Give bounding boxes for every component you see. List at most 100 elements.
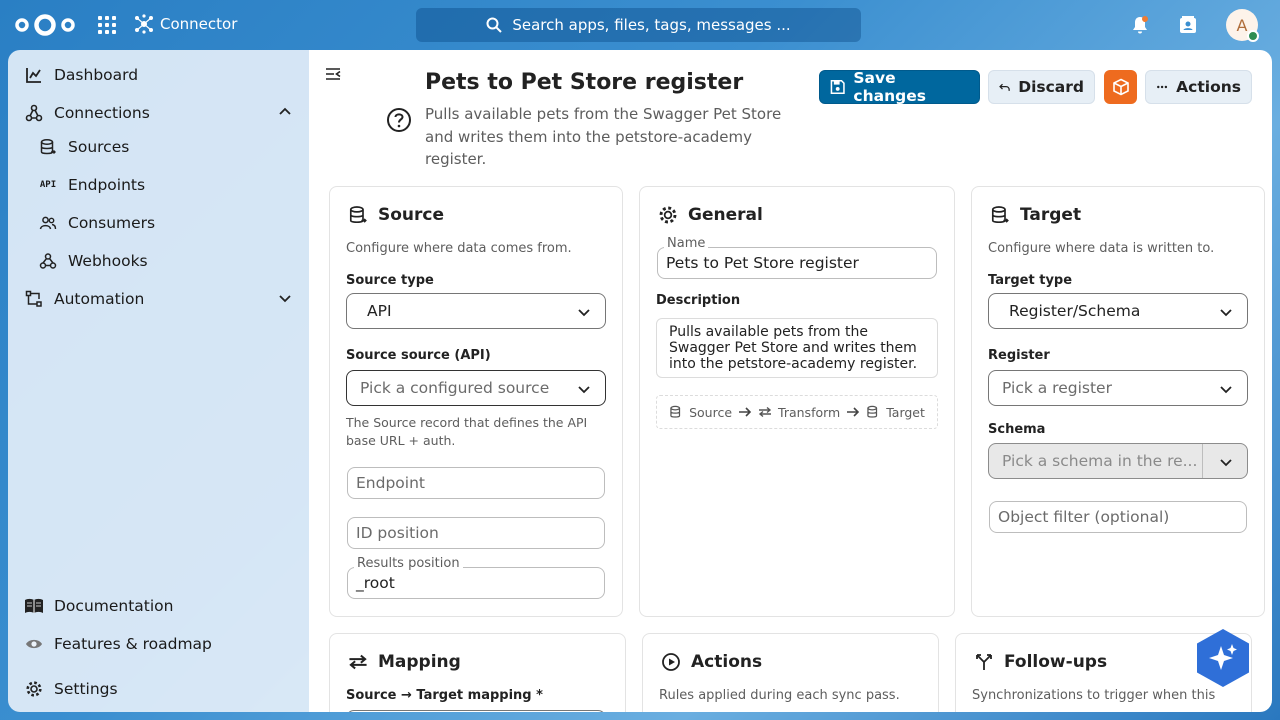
results-position-input[interactable]: Results position _root (347, 556, 605, 599)
source-source-select[interactable]: Pick a configured source (346, 370, 606, 406)
connections-icon (24, 103, 44, 123)
description-textarea[interactable]: Pulls available pets from the Swagger Pe… (656, 318, 938, 378)
id-position-input[interactable]: ID position (347, 517, 605, 549)
name-value: Pets to Pet Store register (666, 254, 859, 272)
actions-card-header: Actions (661, 652, 762, 672)
sidebar-item-consumers[interactable]: Consumers (34, 205, 300, 241)
chevron-down-icon (1220, 459, 1232, 467)
app-navigation: Dashboard Connections Sources API Endpoi… (8, 50, 309, 712)
source-card: Source Configure where data comes from. … (329, 186, 623, 617)
app-menu-icon[interactable] (98, 16, 116, 34)
open-object-button[interactable] (1104, 70, 1137, 104)
name-input[interactable]: Name Pets to Pet Store register (657, 236, 937, 279)
chevron-down-icon (578, 309, 590, 317)
register-label: Register (988, 348, 1050, 363)
help-icon[interactable] (386, 107, 412, 133)
sidebar-item-endpoints[interactable]: API Endpoints (34, 167, 300, 203)
search-placeholder: Search apps, files, tags, messages ... (512, 16, 791, 34)
sidebar-item-dashboard[interactable]: Dashboard (20, 57, 300, 93)
mapping-card: Mapping Source → Target mapping * (329, 633, 626, 712)
schema-placeholder: Pick a schema in the re... (1002, 452, 1198, 470)
mapping-select[interactable] (346, 710, 606, 712)
toggle-navigation-icon[interactable] (325, 66, 341, 82)
mapping-card-header: Mapping (348, 652, 461, 672)
target-type-select[interactable]: Register/Schema (988, 293, 1248, 329)
actions-menu-button[interactable]: Actions (1145, 70, 1252, 104)
arrow-right-icon (847, 407, 860, 417)
register-placeholder: Pick a register (1002, 379, 1112, 397)
search-icon (486, 17, 503, 33)
database-icon (38, 137, 58, 157)
source-card-header: Source (348, 205, 444, 225)
call-split-icon (976, 654, 992, 670)
gear-icon (659, 206, 677, 224)
flow-step-source: Source (689, 404, 733, 420)
actions-card-subtitle: Rules applied during each sync pass. (659, 688, 900, 703)
sidebar-item-connections[interactable]: Connections (20, 95, 300, 131)
target-card: Target Configure where data is written t… (971, 186, 1265, 617)
page-title: Pets to Pet Store register (425, 70, 744, 95)
target-type-label: Target type (988, 273, 1073, 288)
general-card-header: General (658, 205, 763, 225)
api-icon: API (39, 180, 57, 190)
nextcloud-logo-icon[interactable] (14, 12, 76, 38)
source-type-select[interactable]: API (346, 293, 606, 329)
actions-label: Actions (1176, 78, 1241, 96)
sidebar-item-settings[interactable]: Settings (20, 671, 300, 707)
sync-flow-diagram: Source Transform Target (656, 395, 938, 429)
select-divider (1202, 444, 1203, 478)
sidebar-item-label: Consumers (68, 214, 156, 232)
target-card-title: Target (1020, 205, 1082, 225)
followups-card-header: Follow-ups (974, 652, 1107, 672)
main-content: Pets to Pet Store register Pulls availab… (309, 50, 1272, 712)
floppy-disk-icon (830, 79, 845, 95)
sidebar-item-sources[interactable]: Sources (34, 129, 300, 165)
notifications-bell-icon[interactable] (1130, 15, 1150, 35)
endpoint-input[interactable]: Endpoint (347, 467, 605, 499)
database-icon (670, 405, 681, 418)
contacts-icon[interactable] (1178, 15, 1198, 35)
register-select[interactable]: Pick a register (988, 370, 1248, 406)
sidebar-item-features-roadmap[interactable]: Features & roadmap (20, 626, 300, 662)
followups-card-subtitle: Synchronizations to trigger when this (972, 688, 1216, 703)
arrow-right-icon (739, 407, 752, 417)
chart-icon (24, 65, 44, 85)
database-icon (349, 206, 367, 224)
results-position-value: _root (356, 574, 395, 592)
general-card: General Name Pets to Pet Store register … (639, 186, 955, 617)
target-card-header: Target (990, 205, 1081, 225)
flow-step-transform: Transform (778, 404, 841, 420)
sidebar-item-documentation[interactable]: Documentation (20, 588, 300, 624)
gear-icon (24, 679, 44, 699)
unified-search[interactable]: Search apps, files, tags, messages ... (416, 8, 861, 42)
object-filter-input[interactable]: Object filter (optional) (989, 501, 1247, 533)
sidebar-item-webhooks[interactable]: Webhooks (34, 243, 300, 279)
chevron-down-icon[interactable] (278, 291, 292, 305)
save-changes-label: Save changes (853, 69, 926, 105)
page-description: Pulls available pets from the Swagger Pe… (425, 105, 782, 168)
save-changes-button[interactable]: Save changes (819, 69, 980, 105)
chevron-down-icon (1220, 309, 1232, 317)
description-label: Description (656, 293, 741, 308)
app-name-label: Connector (160, 15, 238, 33)
user-avatar[interactable]: A (1226, 9, 1259, 42)
chevron-down-icon (578, 386, 590, 394)
swap-icon (758, 406, 772, 418)
actions-card-title: Actions (691, 652, 763, 672)
sidebar-item-label: Automation (54, 290, 145, 308)
schema-select[interactable]: Pick a schema in the re... (988, 443, 1248, 479)
source-source-label: Source source (API) (346, 348, 491, 363)
sidebar-item-automation[interactable]: Automation (20, 281, 300, 317)
connector-icon (135, 14, 153, 34)
sidebar-footer-label: Features & roadmap (54, 635, 212, 653)
current-app[interactable]: Connector (134, 14, 237, 34)
undo-icon (999, 83, 1010, 91)
discard-button[interactable]: Discard (988, 70, 1095, 104)
swap-icon (349, 654, 367, 670)
target-type-value: Register/Schema (1009, 302, 1141, 320)
assistant-sparkle-button[interactable] (1196, 628, 1250, 688)
automation-icon (24, 289, 44, 309)
sidebar-item-label: Sources (68, 138, 130, 156)
chevron-up-icon[interactable] (278, 105, 292, 119)
discard-label: Discard (1018, 78, 1084, 96)
